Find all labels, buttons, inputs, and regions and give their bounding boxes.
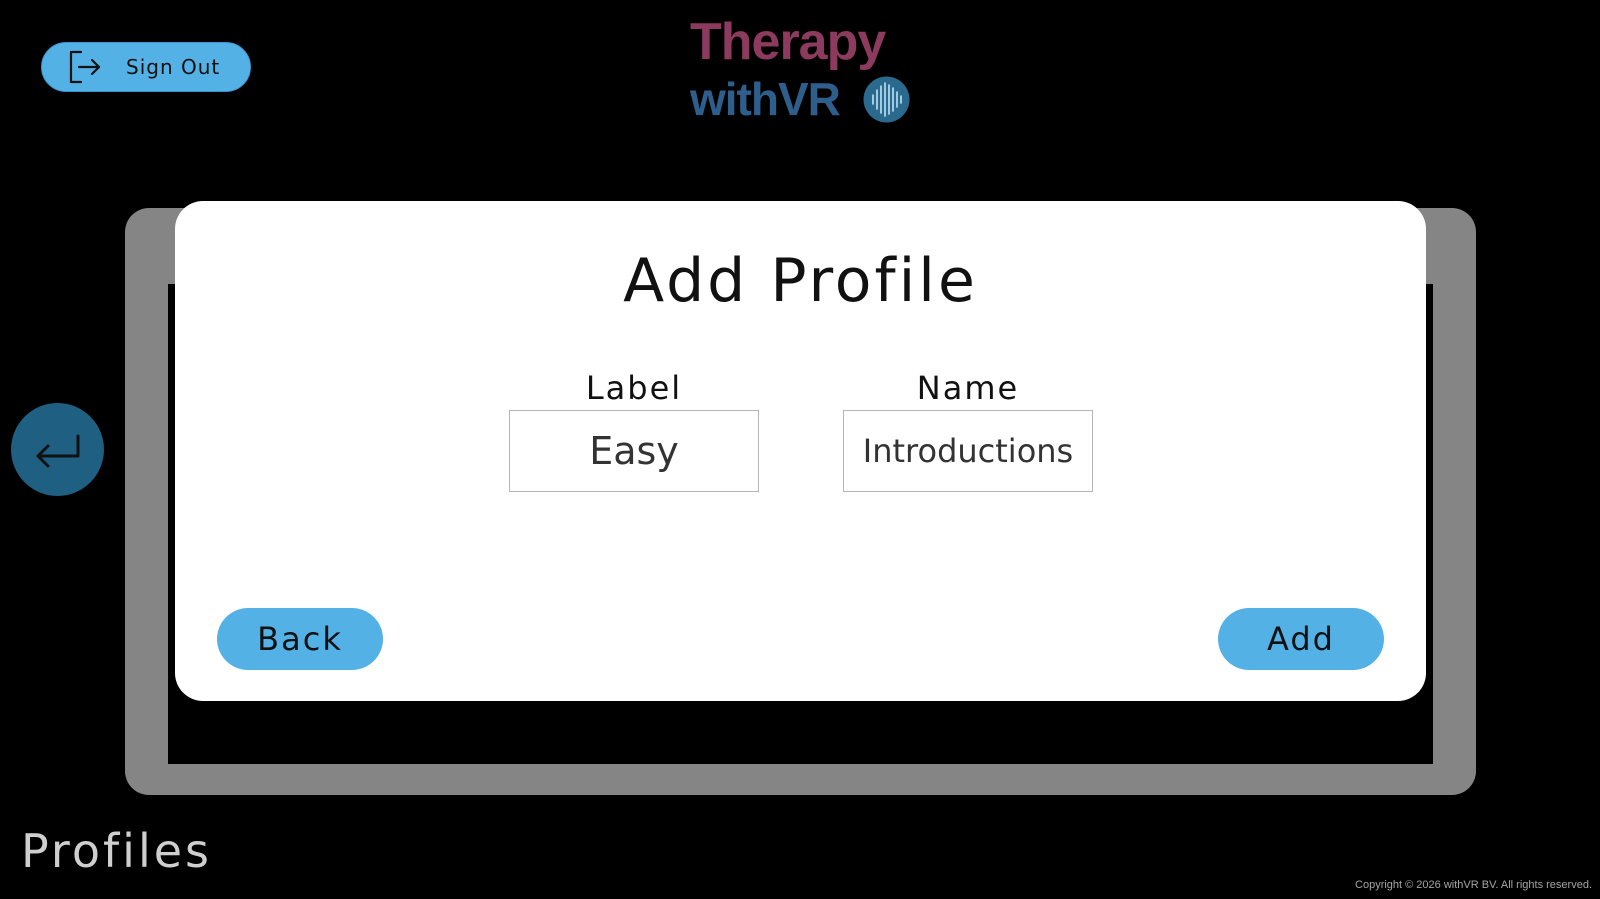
copyright-notice: Copyright © 2026 withVR BV. All rights r… — [1355, 879, 1592, 891]
add-button[interactable]: Add — [1218, 608, 1384, 670]
label-field-label: Label — [585, 369, 683, 407]
logo-text-therapy: Therapy — [690, 13, 886, 71]
dialog-title: Add Profile — [623, 246, 978, 316]
name-field-label: Name — [916, 369, 1020, 407]
back-button[interactable]: Back — [217, 608, 383, 670]
return-arrow-icon — [36, 434, 79, 467]
name-input[interactable] — [843, 410, 1093, 492]
return-button[interactable] — [11, 403, 104, 496]
label-input[interactable] — [509, 410, 759, 492]
therapy-withvr-logo: Therapy withVR — [690, 16, 912, 128]
sign-out-icon — [67, 49, 103, 85]
sound-wave-emblem-icon — [863, 76, 910, 123]
sign-out-label: Sign Out — [126, 55, 221, 79]
sign-out-button[interactable]: Sign Out — [41, 42, 251, 92]
add-profile-dialog: Add Profile Label Name Back Add — [175, 201, 1426, 701]
page-title: Profiles — [21, 824, 212, 878]
logo-text-withvr: withVR — [690, 73, 841, 125]
